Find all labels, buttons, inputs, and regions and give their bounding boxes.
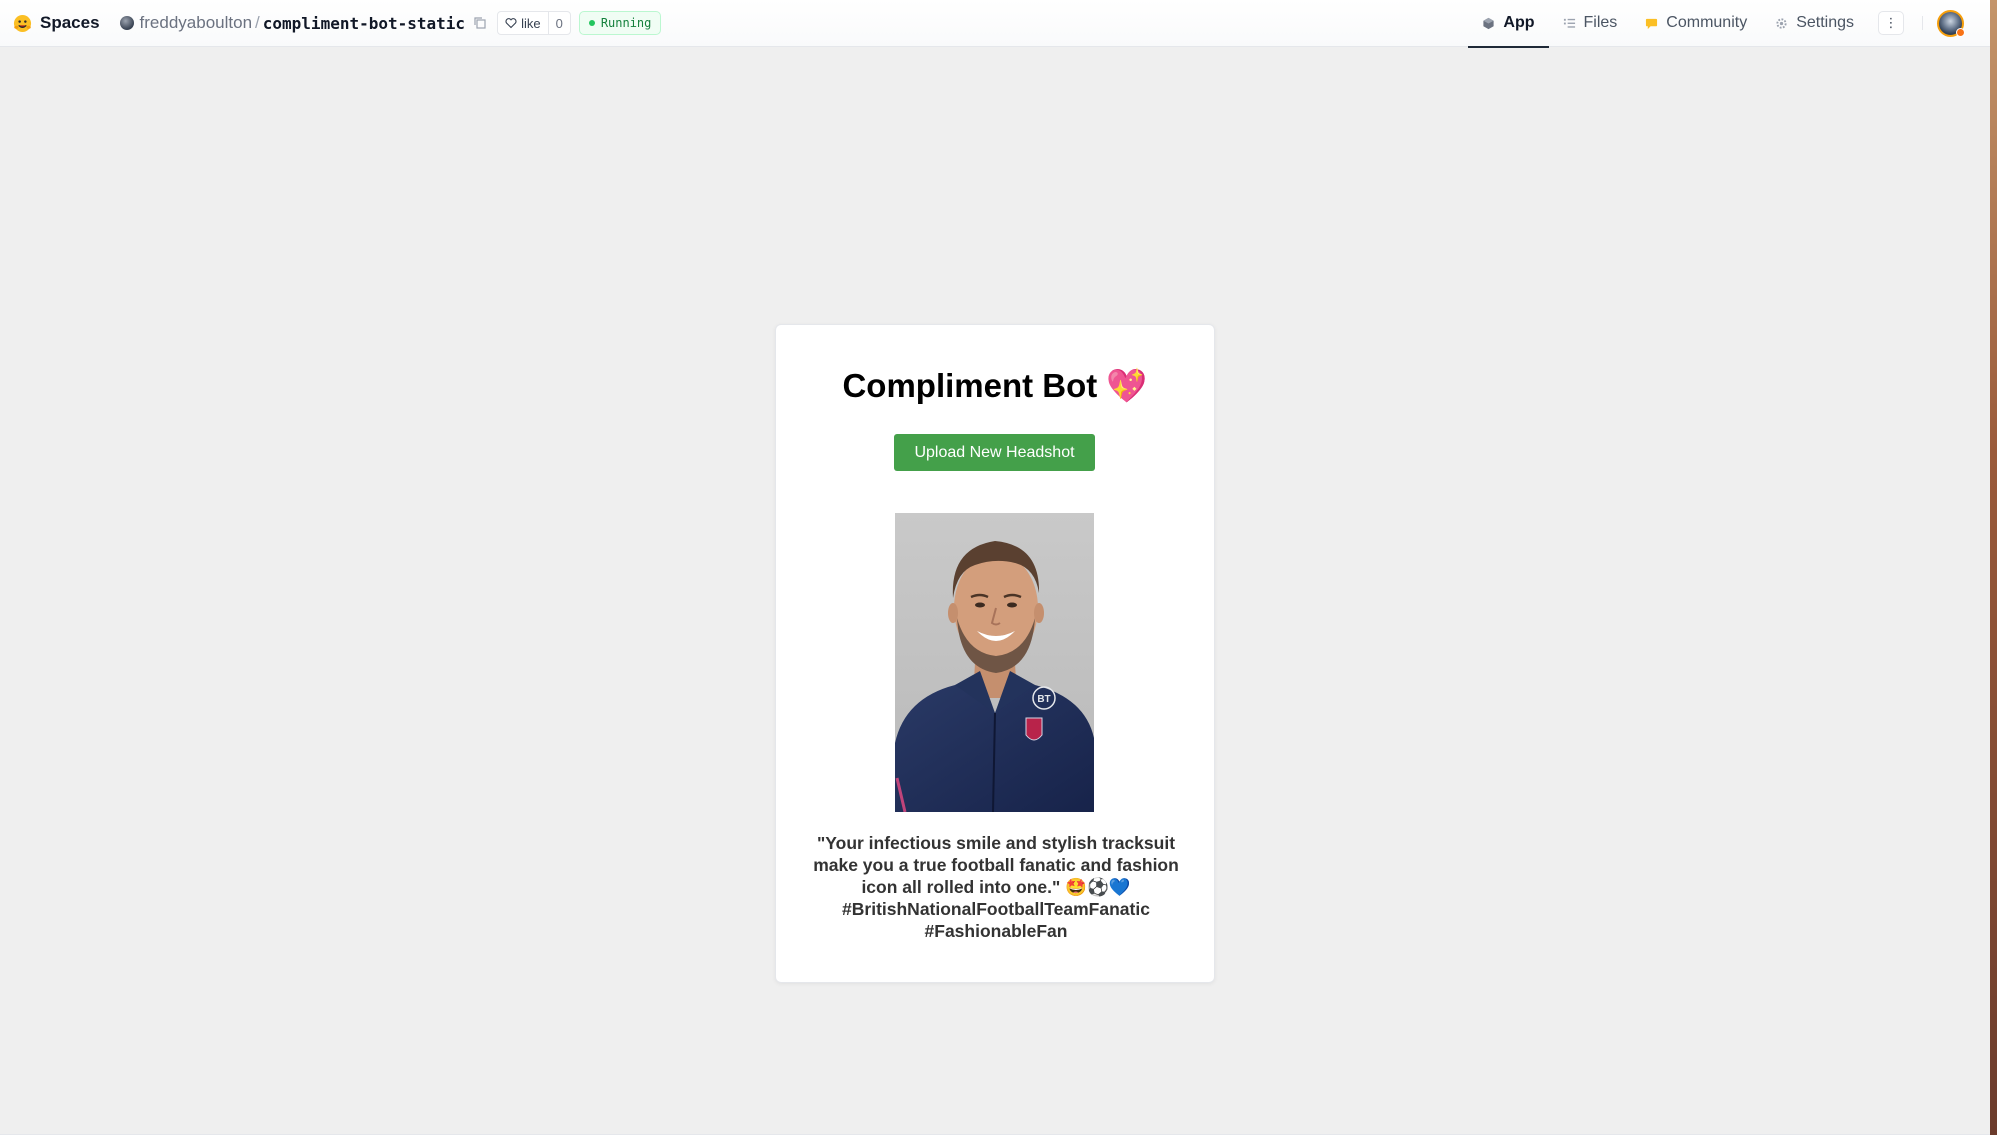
spaces-home-link[interactable]: Spaces [13,13,100,33]
headshot-image: BT [895,513,1094,812]
owner-link[interactable]: freddyaboulton [140,13,252,33]
like-button[interactable]: like 0 [497,11,571,35]
headshot-illustration: BT [895,513,1094,812]
tab-app[interactable]: App [1468,0,1549,48]
copy-icon[interactable] [473,16,487,30]
svg-text:BT: BT [1037,694,1050,705]
navbar-right: App Files Community Settings ⋮ [1468,0,1990,48]
tab-files-label: Files [1583,14,1618,31]
tab-settings-label: Settings [1796,14,1854,31]
heart-icon [505,18,517,29]
compliment-text: "Your infectious smile and stylish track… [813,833,1179,941]
like-main[interactable]: like [498,12,548,34]
hugging-face-logo-icon [13,14,32,32]
navbar-left: Spaces freddyaboulton / compliment-bot-s… [0,0,662,46]
app-title: Compliment Bot 💖 [842,367,1148,404]
user-avatar[interactable] [1937,9,1965,37]
app-cube-icon [1483,17,1494,29]
notification-badge [1956,27,1965,37]
repo-breadcrumb: freddyaboulton / compliment-bot-static [119,13,488,33]
more-options-button[interactable]: ⋮ [1878,11,1904,35]
window-edge [1990,0,1997,1135]
status-label: Running [600,16,652,30]
navbar-divider [1922,16,1923,30]
spaces-label: Spaces [40,13,100,32]
status-dot-icon [588,20,595,26]
top-navbar: Spaces freddyaboulton / compliment-bot-s… [0,0,1990,48]
breadcrumb-separator: / [255,13,260,32]
tab-files[interactable]: Files [1549,0,1632,47]
tab-community[interactable]: Community [1631,0,1761,47]
tab-app-label: App [1503,14,1535,31]
tab-community-label: Community [1666,14,1748,31]
tab-settings[interactable]: Settings [1761,0,1868,47]
more-icon: ⋮ [1884,15,1898,31]
upload-headshot-button[interactable]: Upload New Headshot [894,434,1095,471]
owner-avatar [119,16,134,30]
like-label: like [521,15,541,31]
community-icon [1646,18,1658,29]
repo-name-link[interactable]: compliment-bot-static [263,14,465,33]
like-count: 0 [547,12,570,34]
status-badge: Running [578,11,662,35]
app-card: Compliment Bot 💖 Upload New Headshot BT … [775,324,1215,983]
gear-icon [1776,17,1787,29]
files-icon [1563,18,1575,28]
